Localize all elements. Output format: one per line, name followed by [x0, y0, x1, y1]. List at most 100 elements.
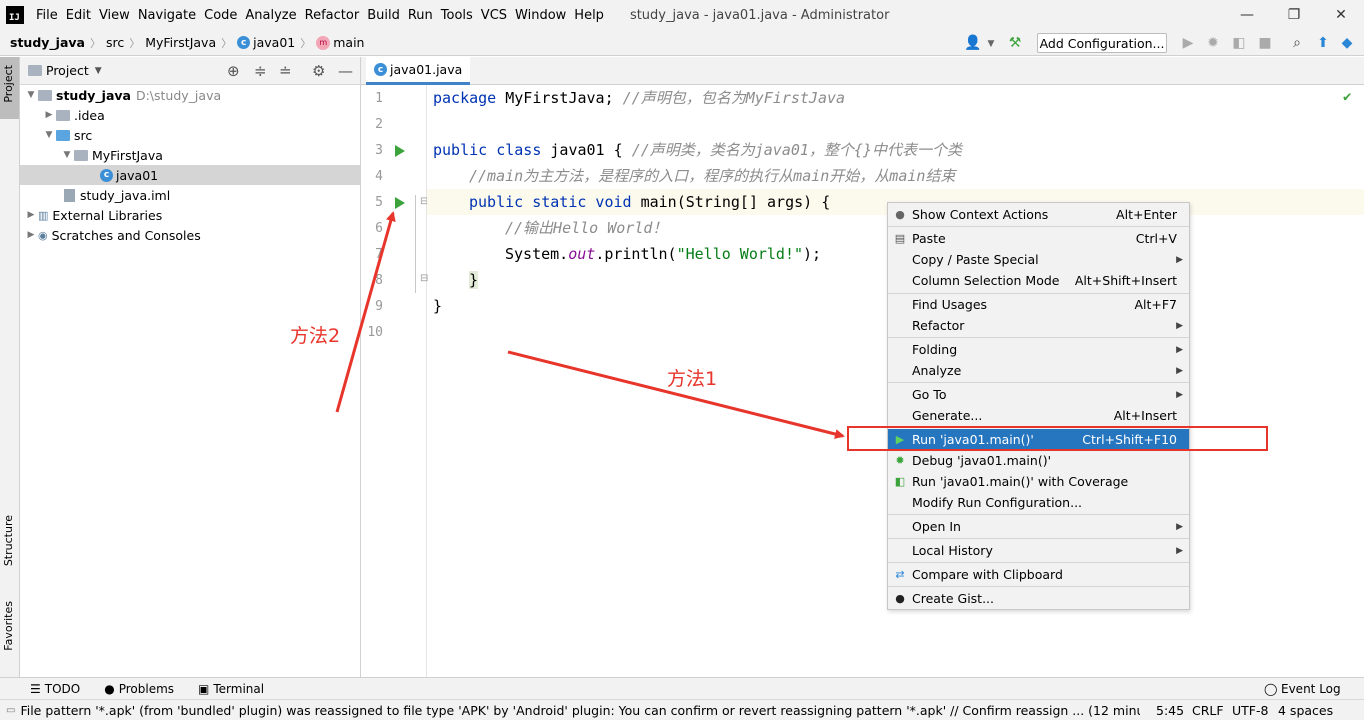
menu-item-label: Column Selection Mode — [912, 273, 1060, 288]
menu-item-column-selection-mode[interactable]: Column Selection Mode Alt+Shift+Insert — [888, 270, 1189, 291]
update-icon[interactable]: ⬆ — [1314, 35, 1332, 51]
menu-item-shortcut: Alt+Shift+Insert — [1074, 273, 1177, 288]
menu-help[interactable]: Help — [570, 8, 608, 23]
tree-item-label: study_java — [56, 87, 131, 103]
add-configuration-button[interactable]: Add Configuration... — [1037, 33, 1167, 53]
todo-tab[interactable]: TODO — [45, 682, 80, 696]
jetbrains-toolbox-icon[interactable]: ◆ — [1338, 35, 1356, 51]
terminal-tab[interactable]: Terminal — [213, 682, 264, 696]
menu-separator — [888, 538, 1189, 539]
menu-item-show-context-actions[interactable]: ● Show Context Actions Alt+Enter — [888, 204, 1189, 225]
code-text: .println( — [595, 245, 677, 263]
folder-icon — [38, 89, 52, 101]
menu-separator — [888, 562, 1189, 563]
menu-edit[interactable]: Edit — [62, 8, 95, 23]
menu-item-refactor[interactable]: Refactor ▶ — [888, 315, 1189, 336]
indent-setting[interactable]: 4 spaces — [1278, 703, 1333, 718]
locate-icon[interactable]: ⊕ — [227, 62, 240, 80]
menu-item-compare-with-clipboard[interactable]: ⇄ Compare with Clipboard — [888, 564, 1189, 585]
menu-view[interactable]: View — [95, 8, 134, 23]
maximize-button[interactable]: ❐ — [1271, 0, 1317, 30]
search-icon[interactable]: ⌕ — [1288, 35, 1306, 51]
tree-item-label: .idea — [74, 107, 105, 123]
menu-item-run-with-coverage[interactable]: ◧ Run 'java01.main()' with Coverage — [888, 471, 1189, 492]
menu-window[interactable]: Window — [511, 8, 570, 23]
chevron-down-icon[interactable]: ▼ — [95, 66, 102, 76]
menu-file[interactable]: File — [32, 8, 62, 23]
fold-guide — [415, 195, 416, 293]
project-panel-title[interactable]: Project — [46, 63, 89, 78]
chevron-right-icon: 〉 — [221, 36, 233, 50]
minimize-button[interactable]: — — [1224, 0, 1270, 30]
menu-item-shortcut: Alt+Insert — [1113, 408, 1177, 423]
menu-item-copy-paste-special[interactable]: Copy / Paste Special ▶ — [888, 249, 1189, 270]
coverage-icon[interactable]: ◧ — [1230, 35, 1248, 51]
event-log-tab[interactable]: Event Log — [1281, 682, 1341, 696]
hammer-build-icon[interactable]: ⚒ — [1006, 35, 1024, 51]
tree-item-idea[interactable]: ▶ .idea — [42, 105, 105, 125]
collapse-all-icon[interactable]: ≐ — [279, 62, 292, 80]
breadcrumb-package[interactable]: MyFirstJava — [142, 35, 219, 50]
menu-item-label: Refactor — [912, 318, 965, 333]
menu-item-go-to[interactable]: Go To ▶ — [888, 384, 1189, 405]
menu-item-debug-main[interactable]: ✹ Debug 'java01.main()' — [888, 450, 1189, 471]
tree-item-scratches[interactable]: ▶ ◉ Scratches and Consoles — [24, 225, 201, 245]
menu-item-local-history[interactable]: Local History ▶ — [888, 540, 1189, 561]
close-button[interactable]: ✕ — [1318, 0, 1364, 30]
menu-tools[interactable]: Tools — [437, 8, 477, 23]
menu-item-create-gist[interactable]: ● Create Gist... — [888, 588, 1189, 609]
debug-icon[interactable]: ✹ — [1204, 35, 1222, 51]
menu-item-run-main[interactable]: ▶ Run 'java01.main()' Ctrl+Shift+F10 — [888, 429, 1189, 450]
menu-build[interactable]: Build — [363, 8, 404, 23]
tree-item-myfirstjava[interactable]: ▼ MyFirstJava — [60, 145, 163, 165]
tree-item-study-java[interactable]: ▼ study_java D:\study_java — [24, 85, 222, 105]
structure-tool-tab[interactable]: Structure — [2, 515, 15, 566]
breadcrumb-project[interactable]: study_java — [0, 35, 88, 50]
stop-icon[interactable]: ■ — [1256, 35, 1274, 51]
checkmark-icon: ✔ — [1343, 89, 1352, 105]
status-message[interactable]: File pattern '*.apk' (from 'bundled' plu… — [20, 703, 1140, 718]
menu-vcs[interactable]: VCS — [477, 8, 511, 23]
file-encoding[interactable]: UTF-8 — [1232, 703, 1268, 718]
status-bar: ▭ File pattern '*.apk' (from 'bundled' p… — [0, 699, 1364, 720]
menu-item-paste[interactable]: ▤ Paste Ctrl+V — [888, 228, 1189, 249]
hide-panel-icon[interactable]: — — [338, 62, 353, 80]
menu-item-label: Local History — [912, 543, 993, 558]
problems-tab[interactable]: Problems — [119, 682, 174, 696]
tree-item-java01[interactable]: c java01 — [20, 165, 360, 185]
tree-item-external-libraries[interactable]: ▶ ▥ External Libraries — [24, 205, 163, 225]
chevron-down-icon: ▼ — [63, 150, 71, 160]
expand-all-icon[interactable]: ≑ — [254, 62, 267, 80]
menu-item-generate[interactable]: Generate... Alt+Insert — [888, 405, 1189, 426]
menu-item-open-in[interactable]: Open In ▶ — [888, 516, 1189, 537]
menu-analyze[interactable]: Analyze — [241, 8, 300, 23]
tab-java01-java[interactable]: c java01.java — [366, 57, 471, 85]
tree-item-study-java-iml[interactable]: study_java.iml — [64, 185, 170, 205]
menu-item-folding[interactable]: Folding ▶ — [888, 339, 1189, 360]
breadcrumb-src[interactable]: src — [103, 35, 127, 50]
run-icon[interactable]: ▶ — [1179, 35, 1197, 51]
menu-item-analyze[interactable]: Analyze ▶ — [888, 360, 1189, 381]
menu-refactor[interactable]: Refactor — [301, 8, 364, 23]
github-icon: ● — [895, 592, 905, 605]
menu-code[interactable]: Code — [200, 8, 241, 23]
message-icon: ▭ — [6, 704, 16, 716]
menu-item-modify-run-configuration[interactable]: Modify Run Configuration... — [888, 492, 1189, 513]
caret-position[interactable]: 5:45 — [1156, 703, 1184, 718]
tree-item-src[interactable]: ▼ src — [42, 125, 93, 145]
project-tool-tab[interactable]: Project — [2, 65, 15, 103]
breadcrumb-class[interactable]: c java01 — [234, 35, 298, 50]
user-icon[interactable]: 👤 — [964, 35, 982, 51]
favorites-tool-tab[interactable]: Favorites — [2, 601, 15, 651]
run-gutter-main-icon[interactable] — [395, 197, 405, 209]
project-panel: Project ▼ ⊕ ≑ ≐ ⚙ — ▼ study_java D:\stud… — [20, 57, 361, 677]
run-gutter-class-icon[interactable] — [395, 145, 405, 157]
project-view-icon — [28, 65, 42, 76]
menu-navigate[interactable]: Navigate — [134, 8, 200, 23]
line-separator[interactable]: CRLF — [1192, 703, 1224, 718]
menu-item-find-usages[interactable]: Find Usages Alt+F7 — [888, 294, 1189, 315]
chevron-right-icon: ▶ — [27, 210, 35, 220]
gear-icon[interactable]: ⚙ — [312, 62, 325, 80]
menu-run[interactable]: Run — [404, 8, 437, 23]
breadcrumb-method[interactable]: m main — [313, 35, 367, 50]
